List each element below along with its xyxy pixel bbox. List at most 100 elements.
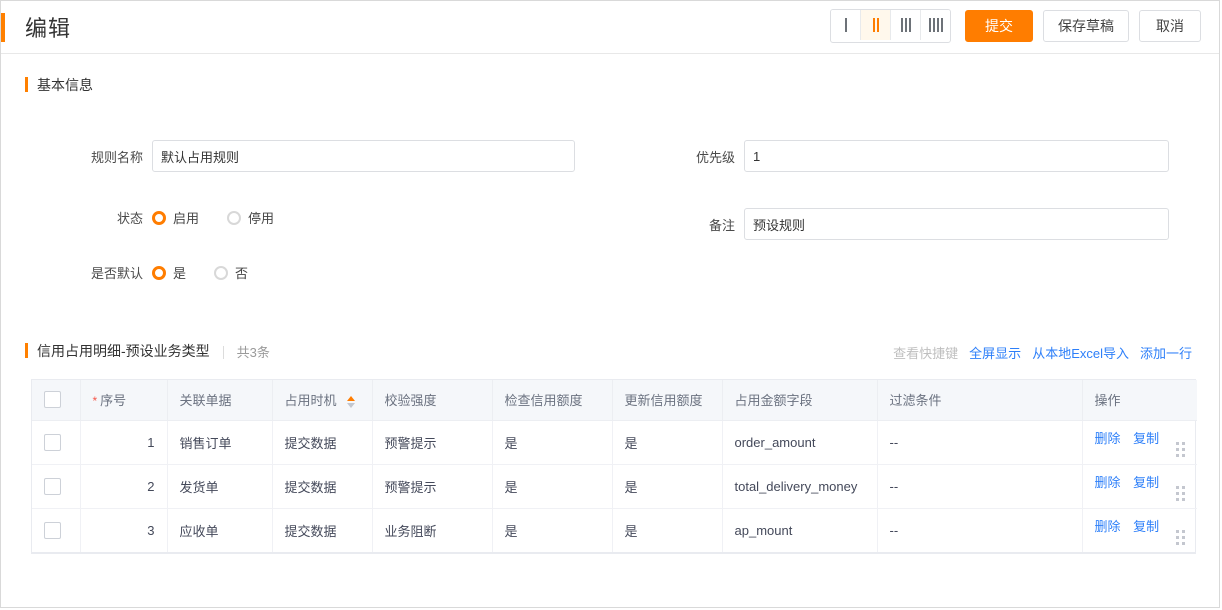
cell-occupy-timing[interactable]: 提交数据: [272, 508, 373, 552]
cell-occupy-timing[interactable]: 提交数据: [272, 464, 373, 509]
import-excel-link[interactable]: 从本地Excel导入: [1032, 343, 1129, 362]
cell-check-credit[interactable]: 是: [492, 464, 613, 509]
status-disable-label: 停用: [248, 211, 275, 226]
cell-occupy-amount-field[interactable]: total_delivery_money: [722, 464, 878, 509]
layout-three-column-button[interactable]: [891, 10, 921, 40]
is-default-label: 是否默认: [90, 266, 143, 281]
rule-name-label: 规则名称: [90, 149, 143, 165]
cell-check-strength[interactable]: 预警提示: [372, 420, 493, 465]
table-toolbar-links: 查看快捷键 全屏显示 从本地Excel导入 添加一行: [893, 343, 1192, 362]
header-related-doc: 关联单据: [167, 380, 273, 421]
sort-icon[interactable]: [347, 395, 356, 408]
table-header-row: * 序号 关联单据 占用时机 校验强度 检查信用额度 更新信用额度 占用金额字段 …: [32, 380, 1197, 421]
page-header: 编辑 提交 保存草稿 取消: [1, 1, 1219, 54]
delete-link[interactable]: 删除: [1095, 431, 1121, 446]
drag-handle-icon[interactable]: [1176, 441, 1185, 457]
is-default-no-label: 否: [235, 266, 249, 281]
radio-dot-icon: [152, 210, 166, 225]
view-shortcuts-link[interactable]: 查看快捷键: [893, 343, 958, 362]
remark-input[interactable]: [744, 208, 1169, 240]
is-default-row: 是否默认 是 否: [59, 263, 276, 282]
title-accent-bar: [1, 13, 5, 42]
header-update-credit: 更新信用额度: [612, 380, 723, 421]
header-operation: 操作: [1082, 380, 1197, 421]
cell-filter-condition[interactable]: --: [877, 420, 1083, 465]
page-title: 编辑: [25, 16, 72, 41]
radio-dot-icon: [214, 265, 229, 280]
cell-check-credit[interactable]: 是: [492, 420, 613, 465]
cell-update-credit[interactable]: 是: [612, 464, 723, 509]
status-radio-enable[interactable]: 启用: [152, 208, 199, 227]
table-row[interactable]: 1 销售订单 提交数据 预警提示 是 是 order_amount -- 删除 …: [32, 420, 1197, 465]
select-all-checkbox[interactable]: [44, 391, 61, 409]
cell-occupy-amount-field[interactable]: order_amount: [722, 420, 878, 465]
rule-name-row: 规则名称: [59, 140, 575, 172]
drag-handle-icon[interactable]: [1176, 529, 1185, 545]
cell-occupy-amount-field[interactable]: ap_mount: [722, 508, 878, 552]
basic-info-section-title: 基本信息: [25, 75, 1219, 95]
status-radio-disable[interactable]: 停用: [227, 208, 274, 227]
detail-section-title: 信用占用明细-预设业务类型 共3条: [25, 341, 270, 361]
is-default-radio-no[interactable]: 否: [214, 263, 248, 282]
one-bar-icon: [844, 18, 847, 32]
copy-link[interactable]: 复制: [1133, 431, 1159, 446]
layout-four-column-button[interactable]: [921, 10, 950, 40]
cell-update-credit[interactable]: 是: [612, 508, 723, 552]
delete-link[interactable]: 删除: [1095, 519, 1121, 534]
header-filter-condition: 过滤条件: [877, 380, 1083, 421]
four-bar-icon: [928, 18, 943, 32]
row-checkbox[interactable]: [44, 477, 61, 495]
copy-link[interactable]: 复制: [1133, 475, 1159, 490]
priority-row: 优先级: [679, 140, 1169, 172]
drag-handle-icon[interactable]: [1176, 485, 1185, 501]
detail-record-count: 共3条: [236, 344, 270, 360]
delete-link[interactable]: 删除: [1095, 475, 1121, 490]
header-occupy-timing-label: 占用时机: [284, 393, 337, 409]
fullscreen-link[interactable]: 全屏显示: [969, 343, 1021, 362]
submit-button[interactable]: 提交: [965, 10, 1033, 42]
copy-link[interactable]: 复制: [1133, 519, 1159, 534]
cancel-button[interactable]: 取消: [1139, 10, 1201, 42]
radio-dot-icon: [227, 210, 242, 225]
row-checkbox-cell: [32, 508, 81, 552]
remark-label: 备注: [708, 217, 735, 233]
cell-check-strength[interactable]: 业务阻断: [372, 508, 493, 552]
cell-operation: 删除 复制: [1082, 508, 1197, 552]
column-layout-group: [830, 9, 951, 43]
add-row-link[interactable]: 添加一行: [1140, 343, 1192, 362]
cell-operation: 删除 复制: [1082, 420, 1197, 465]
cell-filter-condition[interactable]: --: [877, 464, 1083, 509]
cell-filter-condition[interactable]: --: [877, 508, 1083, 552]
save-draft-button[interactable]: 保存草稿: [1043, 10, 1129, 42]
row-checkbox-cell: [32, 420, 81, 465]
cell-update-credit[interactable]: 是: [612, 420, 723, 465]
cell-related-doc[interactable]: 发货单: [167, 464, 273, 509]
status-enable-label: 启用: [173, 211, 200, 226]
priority-input[interactable]: [744, 140, 1169, 172]
is-default-radio-yes[interactable]: 是: [152, 263, 186, 282]
radio-dot-icon: [152, 265, 166, 280]
header-seq: * 序号: [80, 380, 168, 421]
cell-seq: 3: [80, 508, 168, 552]
table-row[interactable]: 3 应收单 提交数据 业务阻断 是 是 ap_mount -- 删除 复制: [32, 508, 1197, 552]
rule-name-input[interactable]: [152, 140, 575, 172]
cell-operation: 删除 复制: [1082, 464, 1197, 509]
cell-related-doc[interactable]: 应收单: [167, 508, 273, 552]
header-actions: 提交 保存草稿 取消: [830, 9, 1201, 43]
header-check-strength: 校验强度: [372, 380, 493, 421]
remark-row: 备注: [679, 208, 1169, 240]
cell-related-doc[interactable]: 销售订单: [167, 420, 273, 465]
cell-check-strength[interactable]: 预警提示: [372, 464, 493, 509]
cell-seq: 2: [80, 464, 168, 509]
table-row[interactable]: 2 发货单 提交数据 预警提示 是 是 total_delivery_money…: [32, 464, 1197, 509]
cell-check-credit[interactable]: 是: [492, 508, 613, 552]
layout-two-column-button[interactable]: [861, 10, 891, 40]
header-occupy-amount-field: 占用金额字段: [722, 380, 878, 421]
header-seq-label: 序号: [100, 393, 127, 409]
row-checkbox-cell: [32, 464, 81, 509]
row-checkbox[interactable]: [44, 433, 61, 451]
three-bar-icon: [900, 18, 911, 32]
layout-one-column-button[interactable]: [831, 10, 861, 40]
cell-occupy-timing[interactable]: 提交数据: [272, 420, 373, 465]
row-checkbox[interactable]: [44, 521, 61, 539]
